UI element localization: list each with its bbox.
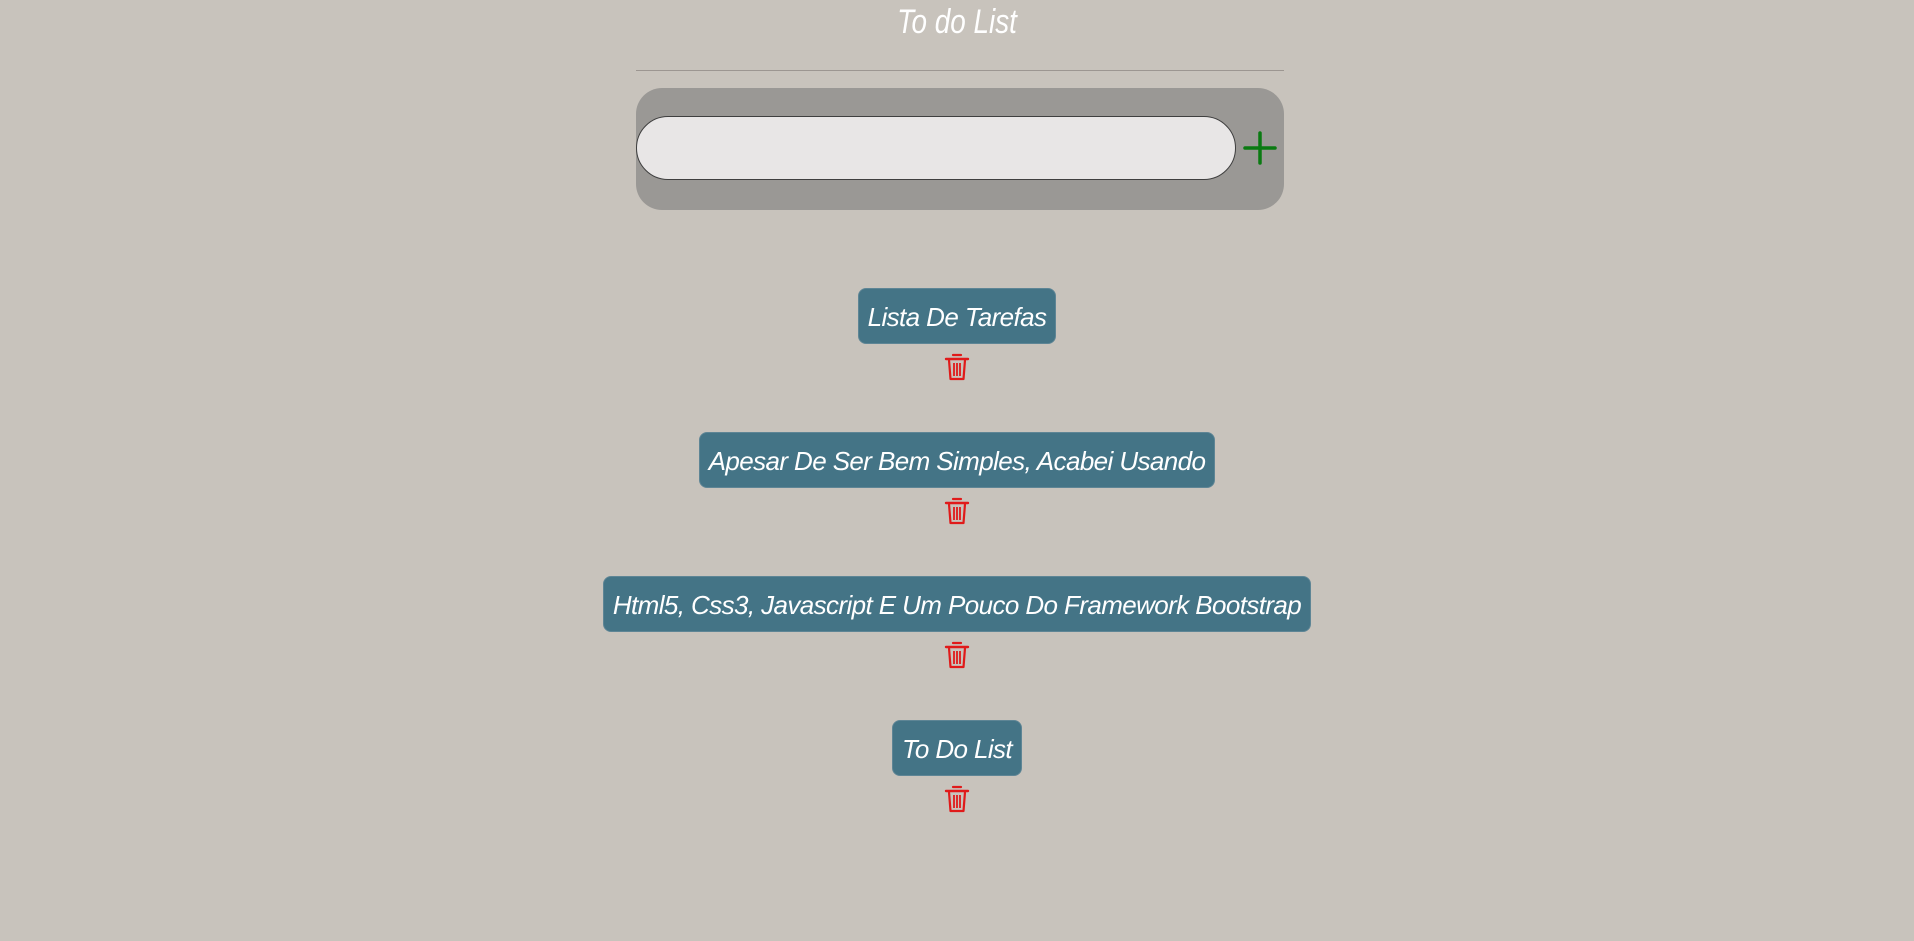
- task-item: To Do List: [0, 720, 1914, 864]
- task-label: To Do List: [891, 720, 1023, 776]
- task-input[interactable]: [636, 116, 1236, 180]
- trash-icon: [944, 353, 970, 381]
- task-label: Lista De Tarefas: [857, 288, 1057, 344]
- trash-icon: [944, 785, 970, 813]
- page-title: To do List: [897, 3, 1017, 41]
- trash-icon: [944, 641, 970, 669]
- task-label: Html5, Css3, Javascript E Um Pouco Do Fr…: [602, 576, 1312, 632]
- delete-task-button[interactable]: [943, 352, 971, 382]
- delete-task-button[interactable]: [943, 784, 971, 814]
- trash-icon: [944, 497, 970, 525]
- task-item: Lista De Tarefas: [0, 288, 1914, 432]
- delete-task-button[interactable]: [943, 496, 971, 526]
- task-item: Apesar De Ser Bem Simples, Acabei Usando: [0, 432, 1914, 576]
- add-task-button[interactable]: [1240, 128, 1280, 168]
- task-list: Lista De Tarefas Apesar De Ser Bem Simpl…: [0, 288, 1914, 864]
- task-text: Html5, Css3, Javascript E Um Pouco Do Fr…: [612, 590, 1302, 620]
- delete-task-button[interactable]: [943, 640, 971, 670]
- task-label: Apesar De Ser Bem Simples, Acabei Usando: [698, 432, 1216, 488]
- task-item: Html5, Css3, Javascript E Um Pouco Do Fr…: [0, 576, 1914, 720]
- task-text: To Do List: [901, 734, 1013, 764]
- todo-page: To do List Lista De Tarefas Apesar De Se…: [0, 0, 1914, 941]
- task-text: Lista De Tarefas: [867, 302, 1047, 332]
- title-divider: [636, 70, 1284, 71]
- plus-icon: [1243, 131, 1277, 165]
- task-text: Apesar De Ser Bem Simples, Acabei Usando: [708, 446, 1206, 476]
- add-task-panel: [636, 88, 1284, 210]
